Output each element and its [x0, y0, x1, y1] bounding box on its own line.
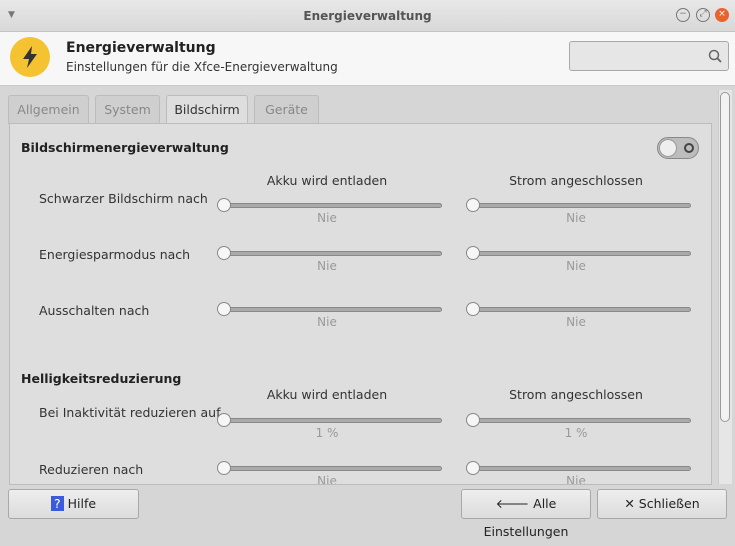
slider-value: Nie: [317, 259, 337, 273]
slider-value: Nie: [566, 259, 586, 273]
slider-value: Nie: [566, 211, 586, 225]
row-label: Bei Inaktivität reduzieren auf: [39, 405, 221, 420]
tab-system[interactable]: System: [95, 95, 160, 124]
slider-value: Nie: [317, 211, 337, 225]
section-title: Bildschirmenergieverwaltung: [21, 140, 229, 155]
close-button[interactable]: ✕ Schließen: [597, 489, 727, 519]
close-label: Schließen: [638, 496, 700, 511]
display-power-toggle[interactable]: [657, 137, 699, 159]
slider-ac[interactable]: [469, 466, 691, 471]
slider-handle[interactable]: [217, 246, 231, 260]
slider-ac[interactable]: [469, 251, 691, 256]
all-settings-button[interactable]: 🡐 Alle Einstellungen: [461, 489, 591, 539]
slider-handle[interactable]: [217, 461, 231, 475]
slider-handle[interactable]: [217, 302, 231, 316]
close-x-icon: ✕: [624, 496, 635, 511]
header-subtitle: Einstellungen für die Xfce-Energieverwal…: [66, 60, 338, 74]
maximize-icon[interactable]: ⤢: [696, 8, 710, 22]
slider-battery[interactable]: [220, 466, 442, 471]
slider-value: 1 %: [315, 426, 339, 440]
slider-battery[interactable]: [220, 418, 442, 423]
minimize-icon[interactable]: −: [676, 8, 690, 22]
arrow-left-icon: 🡐: [495, 496, 530, 511]
slider-ac[interactable]: [469, 307, 691, 312]
slider-value: Nie: [566, 315, 586, 329]
help-button[interactable]: ? Hilfe: [8, 489, 139, 519]
row-label: Ausschalten nach: [39, 303, 150, 318]
search-input[interactable]: [569, 41, 729, 71]
slider-ac[interactable]: [469, 418, 691, 423]
slider-value: Nie: [566, 474, 586, 485]
header-title: Energieverwaltung: [66, 40, 216, 56]
slider-handle[interactable]: [466, 461, 480, 475]
search-icon: [708, 49, 722, 63]
slider-handle[interactable]: [466, 302, 480, 316]
slider-value: Nie: [317, 315, 337, 329]
slider-handle[interactable]: [217, 413, 231, 427]
help-icon: ?: [50, 496, 64, 511]
scrollbar-thumb[interactable]: [720, 92, 730, 422]
row-label: Schwarzer Bildschirm nach: [39, 191, 208, 206]
column-header-ac: Strom angeschlossen: [509, 387, 643, 402]
slider-battery[interactable]: [220, 251, 442, 256]
display-tab-panel: Bildschirmenergieverwaltung Akku wird en…: [9, 123, 712, 485]
slider-handle[interactable]: [217, 198, 231, 212]
slider-value: 1 %: [564, 426, 588, 440]
column-header-battery: Akku wird entladen: [266, 387, 388, 402]
section-title: Helligkeitsreduzierung: [21, 371, 182, 386]
slider-ac[interactable]: [469, 203, 691, 208]
slider-battery[interactable]: [220, 307, 442, 312]
column-header-ac: Strom angeschlossen: [509, 173, 643, 188]
slider-handle[interactable]: [466, 246, 480, 260]
slider-handle[interactable]: [466, 413, 480, 427]
row-label: Reduzieren nach: [39, 462, 144, 477]
tab-geraete[interactable]: Geräte: [254, 95, 319, 124]
help-label: Hilfe: [67, 496, 97, 511]
slider-handle[interactable]: [466, 198, 480, 212]
tab-allgemein[interactable]: Allgemein: [8, 95, 89, 124]
lightning-icon: [10, 37, 50, 77]
slider-battery[interactable]: [220, 203, 442, 208]
tab-bildschirm[interactable]: Bildschirm: [166, 95, 248, 125]
column-header-battery: Akku wird entladen: [266, 173, 388, 188]
close-icon[interactable]: ×: [715, 8, 729, 22]
window-title: Energieverwaltung: [303, 9, 432, 23]
slider-value: Nie: [317, 474, 337, 485]
row-label: Energiesparmodus nach: [39, 247, 191, 262]
